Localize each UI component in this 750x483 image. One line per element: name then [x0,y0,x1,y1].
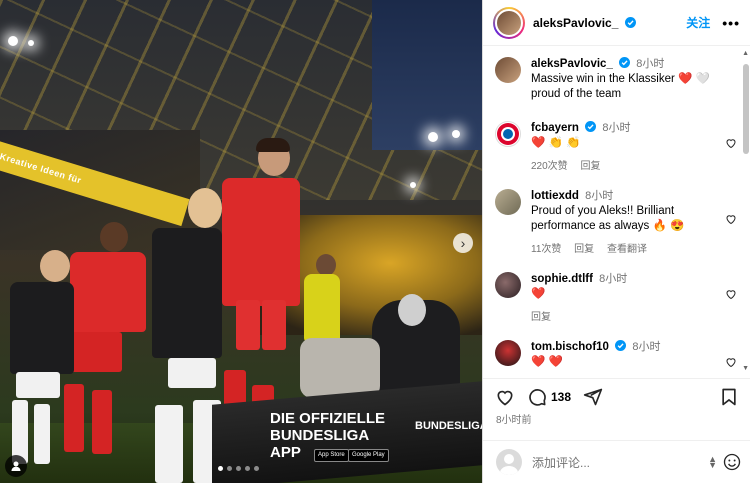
comment-reply-button[interactable]: 回复 [531,312,551,323]
heart-outline-icon[interactable] [725,213,737,225]
verified-badge-icon [619,57,631,68]
comment-avatar[interactable] [495,189,521,215]
comment-likes[interactable]: 220次赞 [531,161,568,172]
add-comment-bar: 添加评论... ▲ ▼ [483,440,750,483]
author-avatar[interactable] [493,6,525,39]
comment-text: Proud of you Aleks!! Brilliant performan… [531,205,685,232]
comment-time[interactable]: 8小时 [599,273,627,285]
comment-username[interactable]: tom.bischof10 [531,341,609,353]
floodlight [8,36,18,46]
comment-text: ❤️ [531,288,546,300]
current-user-avatar [496,449,522,475]
carousel-dot [227,466,232,471]
google-play-badge: Google Play [348,449,389,462]
input-stepper-icon[interactable]: ▲ ▼ [708,455,717,470]
share-icon[interactable] [583,387,603,407]
carousel-dot [236,466,241,471]
comment-reply-button[interactable]: 回复 [574,244,594,255]
caption: aleksPavlovic_ 8小时 Massive win in the Kl… [495,57,739,102]
bayern-logo-icon [497,123,519,145]
comment-text: ❤️ 👏 👏 [531,137,581,149]
verified-badge-icon [615,340,627,351]
bookmark-icon[interactable] [719,387,739,407]
caption-avatar[interactable] [495,57,521,83]
comment-time[interactable]: 8小时 [602,122,630,134]
comment-time[interactable]: 8小时 [632,341,660,353]
carousel-dot [218,466,223,471]
author-username[interactable]: aleksPavlovic_ [533,16,636,30]
next-image-button[interactable]: › [453,233,473,253]
comment-icon[interactable] [527,387,547,407]
floodlight [428,132,438,142]
add-comment-input[interactable]: 添加评论... [532,454,708,471]
comment-avatar[interactable] [495,340,521,366]
user-icon [11,461,21,471]
comment-item: lottiexdd 8小时 Proud of you Aleks!! Brill… [495,189,739,257]
carousel-dot [245,466,250,471]
verified-badge-icon [585,121,597,132]
scrollbar-thumb[interactable] [743,64,749,154]
scroll-down-arrow-icon[interactable]: ▼ [742,365,749,372]
post-header: aleksPavlovic_ 关注 ••• [483,0,750,46]
carousel-dot [254,466,259,471]
comment-username[interactable]: sophie.dtlff [531,273,593,285]
heart-outline-icon[interactable] [725,137,737,149]
tagged-users-button[interactable] [5,455,27,477]
caption-time[interactable]: 8小时 [636,58,664,70]
comment-item: sophie.dtlff 8小时 ❤️ 回复 [495,272,739,325]
post-photo[interactable]: Kreative Ideen für DIE OFFIZIELLE BUNDES… [0,0,482,483]
instagram-post-view: Kreative Ideen für DIE OFFIZIELLE BUNDES… [0,0,750,483]
comment-avatar[interactable] [495,121,521,147]
comment-item: tom.bischof10 8小时 ❤️ ❤️ [495,340,739,370]
comment-likes[interactable]: 11次赞 [531,244,561,255]
comment-time[interactable]: 8小时 [585,190,613,202]
scroll-up-arrow-icon[interactable]: ▲ [742,50,749,57]
comment-reply-button[interactable]: 回复 [580,161,600,172]
floodlight [452,130,460,138]
night-sky [372,0,482,150]
emoji-icon[interactable] [723,453,741,471]
post-actions: 138 8小时前 [483,378,750,432]
verified-badge-icon [624,16,636,28]
comment-translate-button[interactable]: 查看翻译 [607,244,647,255]
follow-button[interactable]: 关注 [686,14,710,31]
likes-count[interactable]: 138 [551,390,571,404]
caption-text-line1: Massive win in the Klassiker ❤️ 🤍 [531,73,710,85]
ad-board-right-text: BUNDESLIGA [415,420,482,432]
comment-username[interactable]: lottiexdd [531,190,579,202]
caption-username[interactable]: aleksPavlovic_ [531,58,613,70]
comments-scrollbar[interactable]: ▲ ▼ [742,50,749,372]
comment-item: fcbayern 8小时 ❤️ 👏 👏 220次赞 回复 [495,121,739,174]
app-store-badge: App Store [314,449,349,462]
post-side-panel: aleksPavlovic_ 关注 ••• aleksPavlovic_ 8小时… [482,0,750,483]
caption-text-line2: proud of the team [531,88,622,100]
heart-outline-icon[interactable] [725,356,737,368]
heart-outline-icon[interactable] [725,288,737,300]
floodlight [28,40,34,46]
more-options-icon[interactable]: ••• [722,15,740,31]
post-timestamp[interactable]: 8小时前 [483,407,750,426]
comment-avatar[interactable] [495,272,521,298]
like-heart-icon[interactable] [495,387,515,407]
carousel-dots [218,466,259,471]
comment-username[interactable]: fcbayern [531,122,579,134]
comment-text: ❤️ ❤️ [531,356,563,368]
floodlight [410,182,416,188]
comments-list: aleksPavlovic_ 8小时 Massive win in the Kl… [483,47,743,375]
